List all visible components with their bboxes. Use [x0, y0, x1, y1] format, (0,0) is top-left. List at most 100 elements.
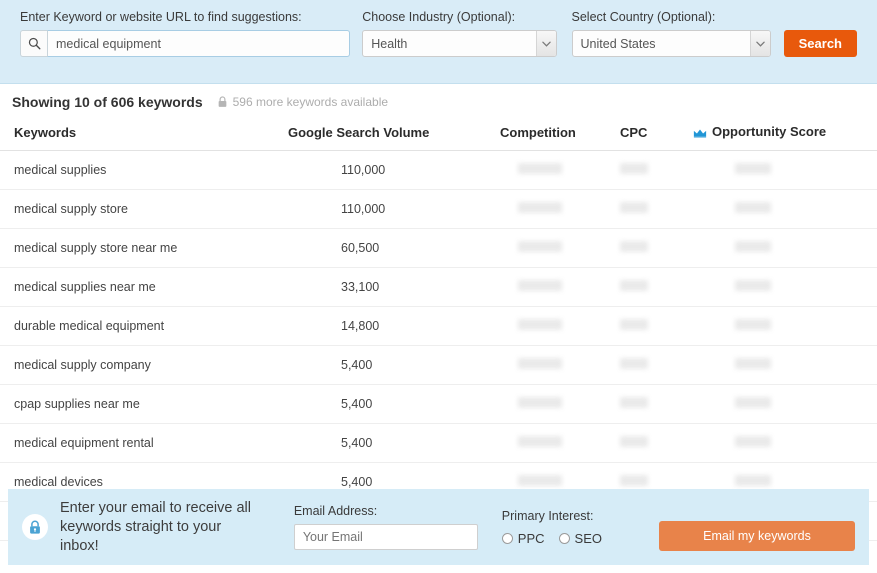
lock-icon	[22, 514, 48, 540]
locked-value-placeholder	[620, 358, 648, 369]
radio-label-seo: SEO	[574, 530, 602, 546]
cell-volume: 60,500	[287, 228, 492, 268]
cell-opportunity	[687, 423, 877, 463]
radio-option-ppc[interactable]: PPC	[501, 530, 545, 546]
cell-keyword: medical supply store	[0, 189, 287, 229]
chevron-down-icon	[749, 31, 770, 56]
keyword-field-group: Enter Keyword or website URL to find sug…	[20, 10, 351, 57]
search-panel: Enter Keyword or website URL to find sug…	[0, 0, 877, 84]
cell-volume: 33,100	[287, 267, 492, 307]
email-submit-group: Email my keywords	[659, 503, 855, 551]
keyword-input[interactable]	[47, 30, 351, 57]
email-my-keywords-button[interactable]: Email my keywords	[659, 521, 855, 551]
cell-competition	[492, 267, 602, 307]
interest-radio-row: PPC SEO	[501, 529, 616, 546]
locked-value-placeholder	[735, 397, 771, 408]
cell-keyword: medical equipment rental	[0, 423, 287, 463]
cell-volume: 5,400	[287, 345, 492, 385]
cell-opportunity	[687, 150, 877, 190]
column-header-volume[interactable]: Google Search Volume	[287, 118, 492, 151]
cell-volume: 5,400	[287, 384, 492, 424]
cell-keyword: medical supplies near me	[0, 267, 287, 307]
industry-select-value: Health	[362, 30, 557, 57]
locked-value-placeholder	[518, 280, 562, 291]
cell-competition	[492, 345, 602, 385]
locked-value-placeholder	[620, 319, 648, 330]
cell-cpc	[602, 267, 687, 307]
primary-interest-label: Primary Interest:	[501, 508, 594, 523]
table-row[interactable]: cpap supplies near me 5,400	[0, 384, 877, 424]
country-select-value: United States	[571, 30, 771, 57]
cell-competition	[492, 228, 602, 268]
country-label: Select Country (Optional):	[571, 10, 716, 24]
cell-cpc	[602, 228, 687, 268]
locked-value-placeholder	[518, 475, 562, 486]
cell-opportunity	[687, 306, 877, 346]
radio-option-seo[interactable]: SEO	[558, 530, 602, 546]
table-row[interactable]: medical supplies near me 33,100	[0, 267, 877, 307]
locked-value-placeholder	[735, 202, 771, 213]
cell-volume: 110,000	[287, 189, 492, 229]
cell-competition	[492, 384, 602, 424]
country-field-group: Select Country (Optional): United States	[571, 10, 771, 57]
locked-value-placeholder	[735, 358, 771, 369]
column-header-keywords[interactable]: Keywords	[0, 118, 287, 151]
radio-dot-seo	[558, 532, 570, 544]
cell-opportunity	[687, 384, 877, 424]
locked-value-placeholder	[518, 163, 562, 174]
cell-opportunity	[687, 345, 877, 385]
locked-value-placeholder	[518, 397, 562, 408]
industry-select[interactable]: Health	[362, 30, 557, 57]
email-field-group: Email Address:	[293, 504, 478, 550]
column-header-opportunity-label: Opportunity Score	[712, 124, 827, 139]
locked-value-placeholder	[518, 241, 562, 252]
table-row[interactable]: medical supplies 110,000	[0, 150, 877, 190]
cell-keyword: cpap supplies near me	[0, 384, 287, 424]
cell-keyword: medical supply company	[0, 345, 287, 385]
column-header-competition[interactable]: Competition	[492, 118, 602, 151]
locked-value-placeholder	[620, 397, 648, 408]
cell-competition	[492, 189, 602, 229]
locked-value-placeholder	[518, 436, 562, 447]
table-body: medical supplies 110,000 medical supply st…	[0, 150, 877, 541]
locked-value-placeholder	[735, 163, 771, 174]
table-row[interactable]: durable medical equipment 14,800	[0, 306, 877, 346]
locked-value-placeholder	[620, 280, 648, 291]
locked-value-placeholder	[735, 319, 771, 330]
cell-volume: 5,400	[287, 423, 492, 463]
cell-keyword: durable medical equipment	[0, 306, 287, 346]
cell-cpc	[602, 345, 687, 385]
cell-volume: 14,800	[287, 306, 492, 346]
cell-competition	[492, 306, 602, 346]
locked-value-placeholder	[620, 202, 648, 213]
country-select[interactable]: United States	[571, 30, 771, 57]
table-row[interactable]: medical equipment rental 5,400	[0, 423, 877, 463]
locked-value-placeholder	[518, 358, 562, 369]
cell-volume: 110,000	[287, 150, 492, 190]
cell-competition	[492, 423, 602, 463]
radio-dot-ppc	[501, 532, 513, 544]
cell-keyword: medical supply store near me	[0, 228, 287, 268]
table-row[interactable]: medical supply store near me 60,500	[0, 228, 877, 268]
table-row[interactable]: medical supply company 5,400	[0, 345, 877, 385]
cell-opportunity	[687, 228, 877, 268]
locked-value-placeholder	[518, 202, 562, 213]
locked-value-placeholder	[620, 163, 648, 174]
more-keywords-note: 596 more keywords available	[232, 95, 389, 109]
column-header-opportunity[interactable]: Opportunity Score	[687, 118, 877, 151]
column-header-cpc[interactable]: CPC	[602, 118, 687, 151]
search-button[interactable]: Search	[783, 30, 858, 57]
results-summary: Showing 10 of 606 keywords 596 more keyw…	[0, 84, 877, 118]
cell-opportunity	[687, 267, 877, 307]
cell-cpc	[602, 306, 687, 346]
locked-value-placeholder	[620, 436, 648, 447]
email-cta-panel: Enter your email to receive all keywords…	[8, 489, 869, 565]
cell-cpc	[602, 150, 687, 190]
email-input[interactable]	[293, 524, 478, 550]
cta-headline: Enter your email to receive all keywords…	[60, 499, 251, 554]
radio-label-ppc: PPC	[517, 530, 545, 546]
table-row[interactable]: medical supply store 110,000	[0, 189, 877, 229]
email-label: Email Address:	[293, 504, 378, 518]
industry-field-group: Choose Industry (Optional): Health	[362, 10, 557, 57]
cell-competition	[492, 150, 602, 190]
